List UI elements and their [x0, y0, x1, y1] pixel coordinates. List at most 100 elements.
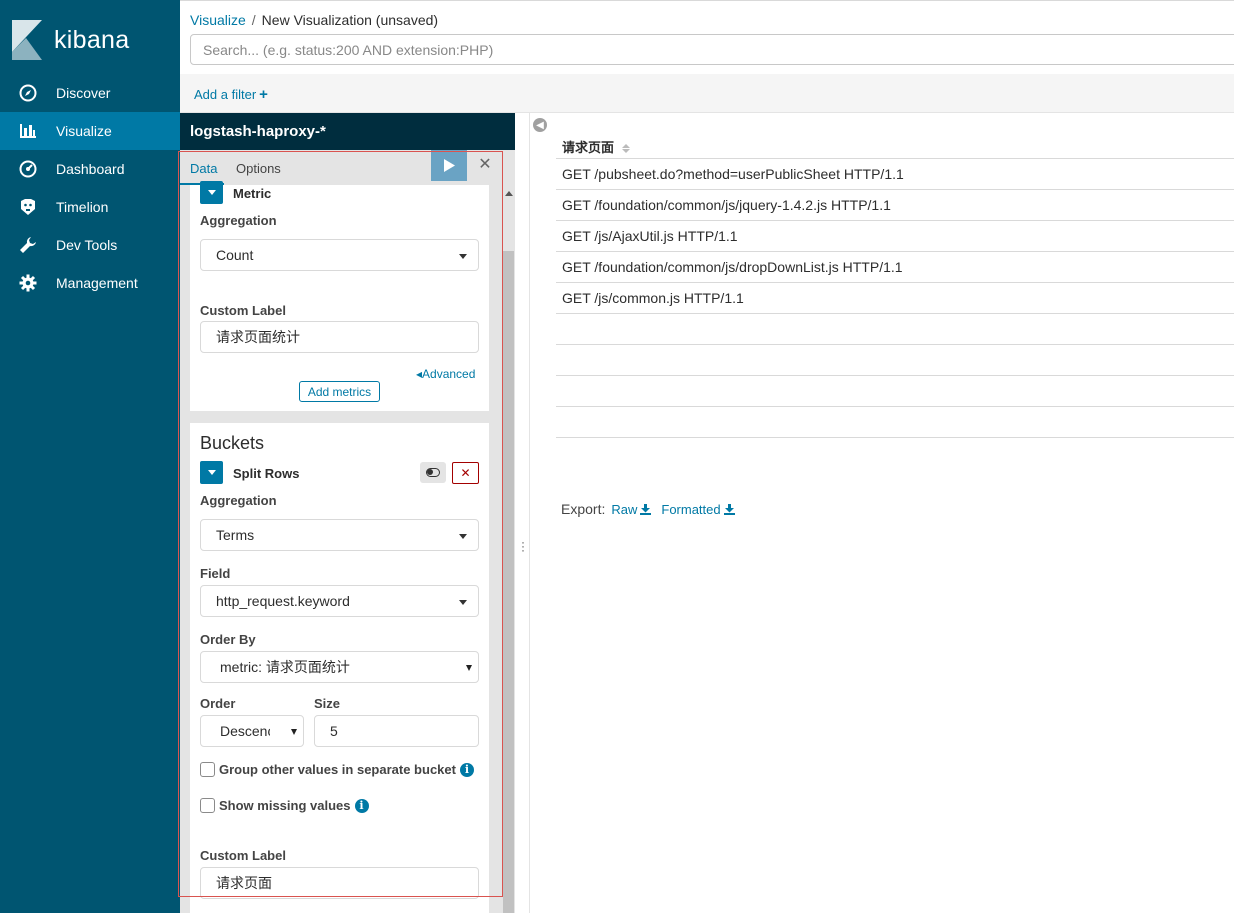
tab-options[interactable]: Options — [236, 161, 281, 176]
split-rows-title: Split Rows — [233, 466, 300, 481]
sidebar-item-visualize[interactable]: Visualize — [0, 112, 180, 150]
toggle-aggregation-switch[interactable] — [420, 462, 446, 483]
sidebar-item-label: Visualize — [56, 123, 112, 139]
field-select[interactable]: http_request.keyword — [200, 585, 479, 617]
order-label: Order — [200, 696, 236, 711]
group-other-label: Group other values in separate bucket — [219, 762, 456, 777]
plus-icon: + — [259, 86, 268, 103]
index-pattern-title: logstash-haproxy-* — [180, 113, 515, 150]
bucket-aggregation-select[interactable]: Terms — [200, 519, 479, 551]
table-row: GET /js/AjaxUtil.js HTTP/1.1 — [556, 221, 1234, 252]
sidebar-item-label: Dashboard — [56, 161, 125, 177]
group-other-checkbox[interactable] — [200, 762, 215, 777]
metric-collapse-toggle[interactable] — [200, 181, 223, 204]
dashboard-icon — [18, 159, 38, 179]
editor-scrollbar-thumb[interactable] — [503, 251, 514, 913]
add-metrics-button[interactable]: Add metrics — [299, 381, 380, 402]
apply-changes-button[interactable] — [431, 150, 467, 181]
sidebar-nav: Discover Visualize Dashboard Timelion De… — [0, 74, 180, 302]
split-rows-collapse-toggle[interactable] — [200, 461, 223, 484]
chevron-down-icon — [291, 729, 297, 735]
size-value: 5 — [330, 723, 338, 739]
info-icon[interactable]: i — [459, 762, 474, 777]
add-filter-label: Add a filter — [194, 87, 257, 102]
table-row — [556, 345, 1234, 376]
order-select[interactable]: Descenc — [200, 715, 304, 747]
sidebar-item-discover[interactable]: Discover — [0, 74, 180, 112]
breadcrumb: Visualize / New Visualization (unsaved) — [190, 12, 438, 28]
breadcrumb-link-visualize[interactable]: Visualize — [190, 12, 246, 28]
export-raw-link[interactable]: Raw — [611, 501, 652, 517]
show-missing-checkbox[interactable] — [200, 798, 215, 813]
download-icon — [723, 503, 735, 515]
resize-handle-icon[interactable]: · · · — [521, 536, 525, 556]
show-missing-checkbox-row[interactable]: Show missing values i — [200, 798, 369, 813]
discard-changes-button[interactable]: ✕ — [477, 157, 493, 173]
tab-data[interactable]: Data — [190, 161, 217, 176]
bar-chart-icon — [18, 121, 38, 141]
bucket-aggregation-label: Aggregation — [200, 493, 277, 508]
table-row — [556, 376, 1234, 407]
chevron-down-icon — [459, 600, 467, 605]
export-bar: Export: Raw Formatted — [561, 501, 735, 517]
results-table: 请求页面 GET /pubsheet.do?method=userPublicS… — [556, 128, 1234, 438]
sidebar: kibana Discover Visualize Dashboard Time… — [0, 0, 180, 913]
buckets-title: Buckets — [200, 433, 265, 453]
export-formatted-label: Formatted — [661, 501, 721, 517]
metric-custom-label-label: Custom Label — [200, 303, 286, 318]
metric-aggregation-value: Count — [216, 247, 254, 263]
sidebar-item-label: Management — [56, 275, 138, 291]
export-raw-label: Raw — [611, 501, 638, 517]
play-icon — [444, 159, 455, 172]
bucket-aggregation-value: Terms — [216, 527, 255, 543]
advanced-toggle-link[interactable]: ◂Advanced — [416, 367, 475, 381]
advanced-link-label: Advanced — [422, 367, 476, 381]
sort-icon[interactable] — [621, 144, 630, 154]
filter-bar: Add a filter + — [180, 74, 1234, 113]
toggle-switch-icon — [426, 468, 440, 477]
sidebar-item-timelion[interactable]: Timelion — [0, 188, 180, 226]
sidebar-item-dev-tools[interactable]: Dev Tools — [0, 226, 180, 264]
field-value: http_request.keyword — [216, 593, 350, 609]
compass-icon — [18, 83, 38, 103]
order-by-label: Order By — [200, 632, 256, 647]
info-icon[interactable]: i — [354, 798, 369, 813]
field-label: Field — [200, 566, 231, 581]
table-header[interactable]: 请求页面 — [556, 128, 1234, 159]
metric-aggregation-select[interactable]: Count — [200, 239, 479, 271]
breadcrumb-current: New Visualization (unsaved) — [261, 12, 439, 28]
wrench-icon — [18, 235, 38, 255]
buckets-card: Buckets Split Rows ✕ Aggregation Terms F… — [190, 423, 489, 913]
metric-aggregation-label: Aggregation — [200, 213, 277, 228]
panel-splitter[interactable] — [515, 113, 530, 913]
metric-custom-label-input[interactable]: 请求页面统计 — [200, 321, 479, 353]
remove-aggregation-button[interactable]: ✕ — [452, 462, 479, 484]
chevron-down-icon — [459, 254, 467, 259]
sidebar-item-dashboard[interactable]: Dashboard — [0, 150, 180, 188]
kibana-logo[interactable]: kibana — [10, 18, 129, 62]
group-other-checkbox-row[interactable]: Group other values in separate bucket i — [200, 762, 474, 777]
show-missing-label: Show missing values — [219, 798, 351, 813]
sidebar-item-management[interactable]: Management — [0, 264, 180, 302]
bucket-custom-label-input[interactable]: 请求页面 — [200, 867, 479, 899]
export-label: Export: — [561, 501, 606, 517]
metric-title: Metric — [233, 186, 272, 201]
editor-tabs: Data Options ✕ — [180, 150, 515, 185]
kibana-logo-icon — [12, 20, 42, 60]
table-row: GET /foundation/common/js/jquery-1.4.2.j… — [556, 190, 1234, 221]
export-formatted-link[interactable]: Formatted — [661, 501, 735, 517]
search-input[interactable] — [190, 34, 1234, 65]
table-row — [556, 407, 1234, 438]
order-by-value: metric: 请求页面统计 — [220, 659, 350, 675]
scroll-up-arrow-icon[interactable] — [505, 191, 513, 196]
size-input[interactable]: 5 — [314, 715, 479, 747]
bucket-custom-label-label: Custom Label — [200, 848, 286, 863]
order-by-select[interactable]: metric: 请求页面统计 — [200, 651, 479, 683]
collapse-sidebar-icon[interactable]: ◀ — [533, 118, 547, 132]
add-filter-button[interactable]: Add a filter + — [194, 86, 268, 103]
gear-icon — [18, 273, 38, 293]
brand-name: kibana — [54, 25, 130, 54]
size-label: Size — [314, 696, 341, 711]
editor-panel: logstash-haproxy-* Data Options ✕ Metric… — [180, 113, 515, 913]
table-row: GET /js/common.js HTTP/1.1 — [556, 283, 1234, 314]
